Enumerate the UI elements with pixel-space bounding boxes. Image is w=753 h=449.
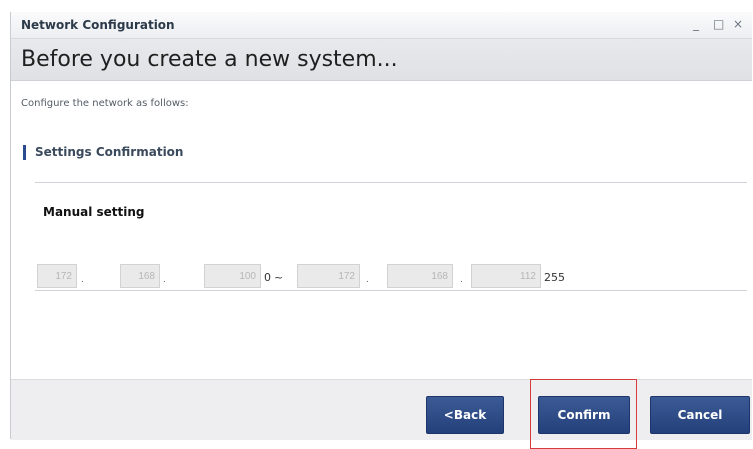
end-ip-octet-4: 255 — [544, 271, 565, 284]
manual-setting-label: Manual setting — [43, 205, 145, 219]
start-ip-octet-1[interactable]: 172 — [37, 264, 77, 288]
confirm-button[interactable]: Confirm — [538, 396, 630, 434]
page-header: Before you create a new system... — [11, 39, 752, 81]
instruction-text: Configure the network as follows: — [21, 98, 189, 109]
section-marker — [23, 145, 26, 160]
maximize-icon[interactable]: □ — [713, 17, 724, 31]
ip-dot: . — [366, 274, 369, 285]
minimize-icon[interactable]: _ — [693, 17, 699, 31]
end-ip-octet-2[interactable]: 168 — [387, 264, 453, 288]
close-icon[interactable]: × — [733, 17, 743, 31]
ip-dot: . — [163, 274, 166, 285]
window-title: Network Configuration — [21, 18, 175, 32]
cancel-button[interactable]: Cancel — [650, 396, 750, 434]
ip-dot: . — [460, 274, 463, 285]
end-ip-octet-1[interactable]: 172 — [297, 264, 360, 288]
footer-bar: <Back Confirm Cancel — [11, 379, 752, 440]
section-title: Settings Confirmation — [35, 145, 184, 159]
end-ip-octet-3[interactable]: 112 — [471, 264, 541, 288]
ip-dot: . — [81, 274, 84, 285]
divider-top — [35, 182, 747, 183]
range-separator: ~ — [274, 271, 284, 284]
back-button[interactable]: <Back — [426, 396, 504, 434]
network-configuration-window: Network Configuration _ □ × Before you c… — [10, 12, 752, 449]
page-title: Before you create a new system... — [21, 47, 398, 72]
start-ip-octet-3[interactable]: 100 — [204, 264, 261, 288]
title-bar: Network Configuration _ □ × — [11, 12, 752, 39]
start-ip-octet-4: 0 — [264, 271, 271, 284]
divider-bottom — [35, 290, 747, 291]
start-ip-octet-2[interactable]: 168 — [120, 264, 160, 288]
